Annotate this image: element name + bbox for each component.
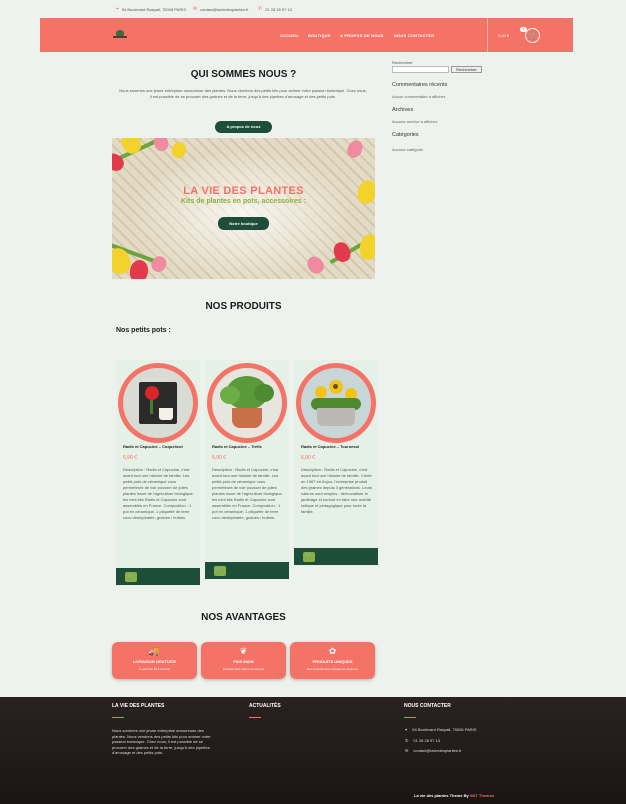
categories-title: Catégories bbox=[392, 132, 419, 138]
nav-boutique[interactable]: BOUTIQUE bbox=[308, 33, 331, 38]
about-text: Nous sommes une jeune entreprise amoureu… bbox=[119, 88, 367, 99]
envelope-icon: ✉ bbox=[405, 748, 409, 753]
footer-email[interactable]: ✉ contact@laviedesplantes.fr bbox=[405, 748, 461, 753]
phone-icon: ✆ bbox=[258, 6, 263, 12]
footer-news-title: ACTUALITÉS bbox=[249, 703, 281, 709]
product-price: 6,90 € bbox=[212, 455, 226, 461]
banner-shop-button[interactable]: Notre boutique bbox=[218, 217, 269, 230]
product-footer: 🛒 bbox=[294, 548, 378, 565]
nav-contact[interactable]: NOUS CONTACTER bbox=[394, 33, 434, 38]
product-price: 6,90 € bbox=[123, 455, 137, 461]
banner-title: LA VIE DES PLANTES bbox=[183, 185, 304, 197]
topbar-phone[interactable]: ✆ 01 28 28 97 13 bbox=[258, 6, 292, 12]
location-pin-icon: ⌖ bbox=[405, 727, 408, 732]
topbar-email[interactable]: ✉ contact@laviedesplantes.fr bbox=[193, 6, 248, 12]
product-image-frame[interactable] bbox=[296, 363, 376, 443]
header-divider bbox=[487, 18, 488, 52]
theme-author-link[interactable]: SKT Themes bbox=[470, 793, 494, 798]
add-to-cart-button[interactable]: 🛒 bbox=[214, 566, 226, 576]
nav-accueil[interactable]: ACCUEIL bbox=[280, 33, 299, 38]
phone-icon: ✆ bbox=[405, 738, 409, 743]
nav-a-propos[interactable]: A PROPOS DE NOUS bbox=[340, 33, 384, 38]
site-header: ACCUEIL BOUTIQUE A PROPOS DE NOUS NOUS C… bbox=[40, 18, 573, 52]
advantage-card: ❦ FAIS MAIN Produits faits mains et natu… bbox=[201, 642, 286, 679]
advantage-title: LIVRAISON GRATUITE bbox=[132, 659, 177, 664]
advantages-title: NOS AVANTAGES bbox=[201, 612, 286, 623]
top-info-bar: ⌖ 54 Boulevard Raspail, 75006 PARIS ✉ co… bbox=[0, 0, 626, 18]
footer-about-title: LA VIE DES PLANTES bbox=[112, 703, 165, 709]
advantage-text: Produits faits mains et naturels bbox=[222, 667, 265, 671]
advantage-card: 🚚 LIVRAISON GRATUITE À partir de 50 € d'… bbox=[112, 642, 197, 679]
add-to-cart-button[interactable]: 🛒 bbox=[125, 572, 137, 582]
footer-divider bbox=[404, 717, 416, 718]
product-description: Description : Radis et Capucine, c'est a… bbox=[301, 467, 373, 514]
footer-contact-title: NOUS CONTACTER bbox=[404, 703, 451, 709]
product-image-frame[interactable] bbox=[207, 363, 287, 443]
footer-phone[interactable]: ✆ 01 28 28 97 13 bbox=[405, 738, 440, 743]
advantage-card: ✿ PRODUITS UNIQUES Des produits tous uni… bbox=[290, 642, 375, 679]
banner-subtitle: Kits de plantes en pots, accessoires : bbox=[181, 198, 306, 205]
product-footer: 🛒 bbox=[116, 568, 200, 585]
advantage-title: PRODUITS UNIQUES bbox=[312, 659, 353, 664]
about-title: QUI SOMMES NOUS ? bbox=[190, 69, 297, 80]
cart-icon: 🛒 bbox=[528, 32, 537, 40]
footer-divider bbox=[249, 717, 261, 718]
cart-button[interactable]: 🛒 bbox=[525, 28, 540, 43]
products-subtitle: Nos petits pots : bbox=[116, 327, 171, 334]
hands-leaf-icon: ❦ bbox=[239, 646, 248, 656]
footer-copyright: La vie des plantes Theme By SKT Themes bbox=[414, 793, 495, 798]
cart-amount[interactable]: 0,00 € bbox=[498, 33, 509, 38]
search-button[interactable]: Rechercher bbox=[451, 66, 482, 73]
product-image[interactable] bbox=[123, 368, 193, 438]
cart-icon: 🛒 bbox=[127, 574, 135, 580]
product-image-frame[interactable] bbox=[118, 363, 198, 443]
recent-comments-text: Aucun commentaire à afficher. bbox=[392, 94, 446, 99]
advantage-text: Des produits tous uniques et originaux bbox=[306, 667, 359, 671]
site-logo[interactable] bbox=[113, 30, 127, 40]
truck-icon: 🚚 bbox=[148, 646, 161, 656]
products-title: NOS PRODUITS bbox=[205, 301, 282, 312]
about-button[interactable]: A propos de nous bbox=[215, 121, 272, 133]
cart-icon: 🛒 bbox=[216, 568, 224, 574]
topbar-address: ⌖ 54 Boulevard Raspail, 75006 PARIS bbox=[116, 6, 187, 12]
footer-divider bbox=[112, 717, 124, 718]
product-name[interactable]: Radis et Capucine – Trèfle bbox=[212, 444, 284, 449]
search-label: Rechercher bbox=[392, 60, 413, 65]
archives-title: Archives bbox=[392, 107, 414, 113]
product-description: Description : Radis et Capucine, c'est a… bbox=[123, 467, 194, 520]
cart-icon: 🛒 bbox=[305, 554, 313, 560]
recent-comments-title: Commentaires récents bbox=[392, 82, 448, 88]
product-name[interactable]: Radis et Capucine – Coquelicot bbox=[123, 444, 195, 449]
footer-about-text: Nous sommes une jeune entreprise amoureu… bbox=[112, 728, 211, 755]
cart-count-badge: 0 bbox=[520, 27, 527, 32]
product-image[interactable] bbox=[301, 368, 371, 438]
product-name[interactable]: Radis et Capucine – Tournesol bbox=[301, 444, 373, 449]
hero-banner: LA VIE DES PLANTES Kits de plantes en po… bbox=[112, 138, 375, 279]
product-description: Description : Radis et Capucine, c'est a… bbox=[212, 467, 283, 520]
add-to-cart-button[interactable]: 🛒 bbox=[303, 552, 315, 562]
envelope-icon: ✉ bbox=[193, 6, 198, 12]
product-card[interactable]: Radis et Capucine – Trèfle 6,90 € Descri… bbox=[205, 360, 289, 580]
advantage-text: À partir de 50 € d'achat bbox=[139, 667, 170, 671]
product-price: 6,90 € bbox=[301, 455, 315, 461]
site-footer: LA VIE DES PLANTES Nous sommes une jeune… bbox=[0, 697, 626, 804]
product-image[interactable] bbox=[212, 368, 282, 438]
categories-text: Aucune catégorie bbox=[392, 147, 424, 152]
location-pin-icon: ⌖ bbox=[116, 6, 119, 12]
advantage-title: FAIS MAIN bbox=[233, 659, 254, 664]
product-card[interactable]: Radis et Capucine – Tournesol 6,90 € Des… bbox=[294, 360, 378, 566]
flower-icon: ✿ bbox=[328, 646, 337, 656]
product-card[interactable]: Radis et Capucine – Coquelicot 6,90 € De… bbox=[116, 360, 200, 586]
product-footer: 🛒 bbox=[205, 562, 289, 579]
footer-address: ⌖ 54 Boulevard Raspail, 75006 PARIS bbox=[405, 727, 477, 732]
search-input[interactable] bbox=[392, 66, 449, 73]
archives-text: Aucune archive à afficher. bbox=[392, 119, 438, 124]
